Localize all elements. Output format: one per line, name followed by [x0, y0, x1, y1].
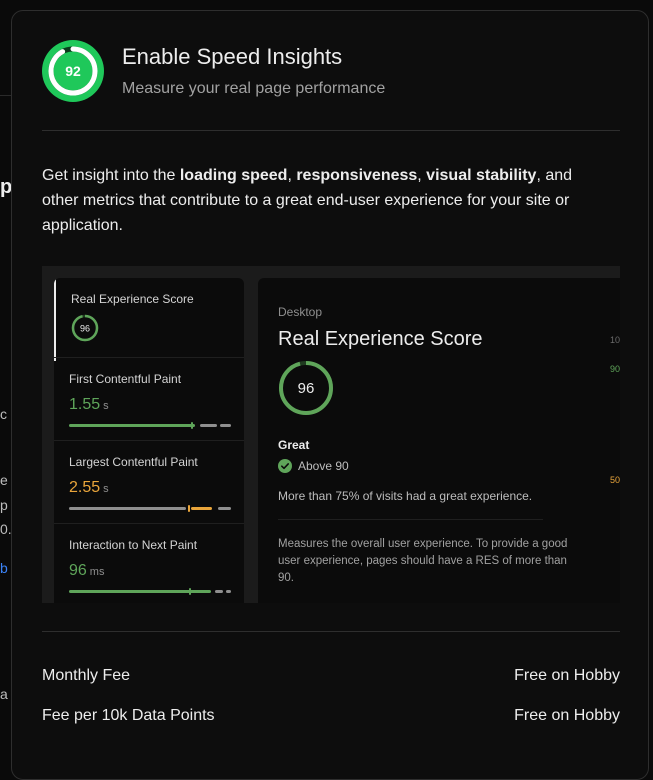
- metric-label: First Contentful Paint: [69, 372, 182, 386]
- description-text: ,: [287, 167, 297, 184]
- score-value: 92: [65, 63, 81, 79]
- detail-score: 96: [298, 380, 315, 397]
- metric-value: 1.55 s: [69, 396, 109, 414]
- background-text: p: [0, 497, 8, 513]
- background-text: 0.: [0, 521, 12, 537]
- threshold-label: Above 90: [298, 459, 349, 473]
- device-label: Desktop: [278, 305, 323, 319]
- speed-insights-modal: 92 Enable Speed Insights Measure your re…: [11, 10, 649, 780]
- metric-value: 96 ms: [69, 562, 104, 580]
- metric-label: Real Experience Score: [71, 292, 194, 306]
- metric-label: Interaction to Next Paint: [69, 538, 198, 552]
- modal-subtitle: Measure your real page performance: [122, 80, 386, 97]
- metric-number: 96: [69, 562, 87, 579]
- chart-axis-label: 50: [610, 475, 620, 485]
- metric-score: 96: [80, 324, 90, 334]
- detail-divider: [278, 519, 543, 520]
- background-text: c: [0, 406, 7, 422]
- detail-title: Real Experience Score: [278, 328, 483, 350]
- background-text: a: [0, 686, 8, 702]
- description-text: ,: [417, 167, 427, 184]
- background-link[interactable]: b: [0, 560, 8, 576]
- modal-title: Enable Speed Insights: [122, 44, 343, 69]
- summary-text: More than 75% of visits had a great expe…: [278, 489, 533, 503]
- background-text: e: [0, 472, 8, 488]
- chart-axis-label: 90: [610, 364, 620, 374]
- metric-distribution-bar: [69, 422, 231, 429]
- description-highlight: visual stability: [426, 167, 537, 184]
- header-divider: [42, 130, 620, 131]
- metric-distribution-bar: [69, 505, 231, 512]
- fee-value: Free on Hobby: [514, 667, 620, 684]
- score-ring-icon: 92: [42, 40, 104, 102]
- metric-value: 2.55 s: [69, 479, 109, 497]
- rating-label: Great: [278, 438, 310, 452]
- description: Get insight into the loading speed, resp…: [42, 163, 607, 238]
- metric-real-experience-score[interactable]: Real Experience Score 96: [54, 278, 244, 361]
- metric-interaction-to-next-paint[interactable]: Interaction to Next Paint 96 ms: [54, 524, 244, 603]
- metric-label: Largest Contentful Paint: [69, 455, 198, 469]
- description-highlight: responsiveness: [296, 167, 418, 184]
- fee-label: Monthly Fee: [42, 667, 131, 684]
- fee-value: Free on Hobby: [514, 707, 620, 724]
- metric-first-contentful-paint[interactable]: First Contentful Paint 1.55 s: [54, 358, 244, 441]
- metric-largest-contentful-paint[interactable]: Largest Contentful Paint 2.55 s: [54, 441, 244, 524]
- fees-divider: [42, 631, 620, 632]
- metric-number: 2.55: [69, 479, 101, 496]
- preview-panel: Real Experience Score 96 First Contentfu…: [42, 266, 620, 603]
- description-text: Get insight into the: [42, 167, 180, 184]
- explanation-text: Measures the overall user experience. To…: [278, 538, 568, 584]
- metric-distribution-bar: [69, 588, 231, 595]
- metric-detail-card: Desktop Real Experience Score 96 Great A…: [258, 278, 620, 603]
- metric-unit: s: [103, 483, 109, 495]
- check-circle-icon: [278, 459, 292, 473]
- chart-axis-label: 10: [610, 335, 620, 345]
- metric-number: 1.55: [69, 396, 101, 413]
- metric-unit: s: [103, 400, 109, 412]
- modal-header: 92 Enable Speed Insights Measure your re…: [42, 40, 620, 130]
- fee-label: Fee per 10k Data Points: [42, 707, 215, 724]
- metrics-list: Real Experience Score 96 First Contentfu…: [54, 278, 244, 603]
- score-ring-icon: 96: [279, 361, 333, 415]
- metric-unit: ms: [89, 566, 105, 578]
- score-ring-icon: 96: [71, 314, 99, 342]
- description-highlight: loading speed: [179, 167, 288, 184]
